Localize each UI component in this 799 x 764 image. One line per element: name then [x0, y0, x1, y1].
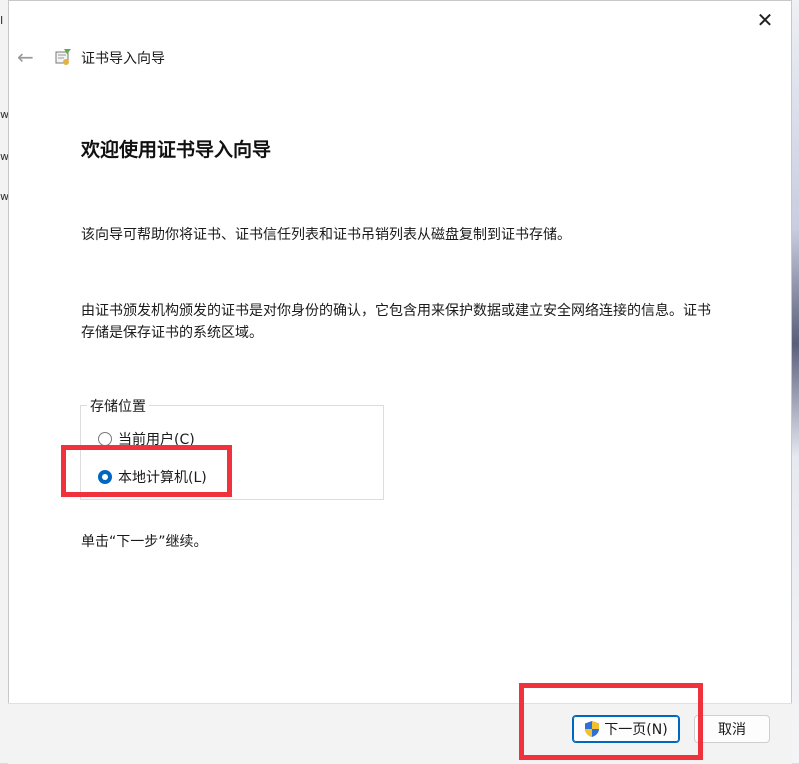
certificate-import-wizard-dialog: ✕ ← 证书导入向导: [8, 0, 792, 763]
back-arrow-icon: ←: [17, 45, 34, 69]
back-button[interactable]: ←: [17, 45, 39, 69]
page-heading: 欢迎使用证书导入向导: [81, 139, 272, 161]
background-text: I: [0, 14, 4, 27]
highlight-box-local-machine: [61, 445, 232, 497]
certificate-wizard-icon: [55, 49, 71, 65]
description-paragraph-2: 由证书颁发机构颁发的证书是对你身份的确认，它包含用来保护数据或建立安全网络连接的…: [81, 303, 711, 341]
highlight-box-next-button: [519, 683, 703, 760]
close-button[interactable]: ✕: [751, 9, 779, 33]
description-paragraph-1: 该向导可帮助你将证书、证书信任列表和证书吊销列表从磁盘复制到证书存储。: [81, 227, 571, 243]
cancel-button-label: 取消: [718, 722, 746, 738]
radio-button-unchecked[interactable]: [98, 432, 112, 446]
continue-instruction: 单击“下一步”继续。: [81, 534, 208, 550]
window-title: 证书导入向导: [81, 51, 165, 67]
store-location-legend: 存储位置: [87, 396, 149, 416]
close-icon: ✕: [756, 8, 774, 32]
cancel-button[interactable]: 取消: [694, 715, 770, 743]
